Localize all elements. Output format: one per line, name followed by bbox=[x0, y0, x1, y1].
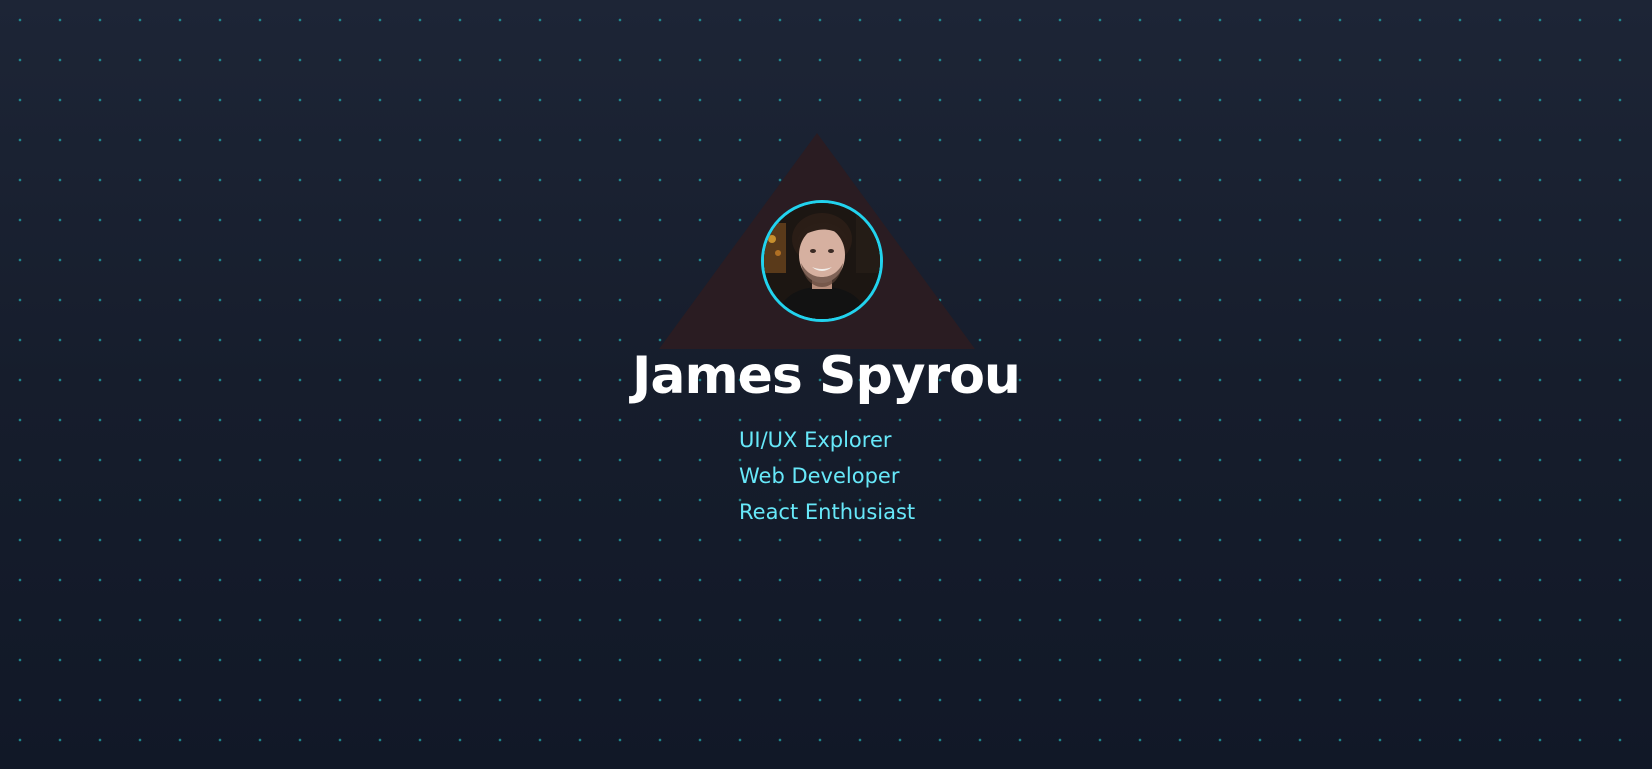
avatar-photo bbox=[764, 203, 880, 319]
roles-list: UI/UX Explorer Web Developer React Enthu… bbox=[739, 422, 915, 530]
role-item: Web Developer bbox=[739, 464, 900, 488]
role-item: React Enthusiast bbox=[739, 500, 916, 524]
avatar bbox=[761, 200, 883, 322]
profile-name: James Spyrou bbox=[632, 346, 1021, 406]
role-item: UI/UX Explorer bbox=[739, 428, 892, 452]
hero-section: James Spyrou UI/UX Explorer Web Develope… bbox=[0, 0, 1652, 769]
